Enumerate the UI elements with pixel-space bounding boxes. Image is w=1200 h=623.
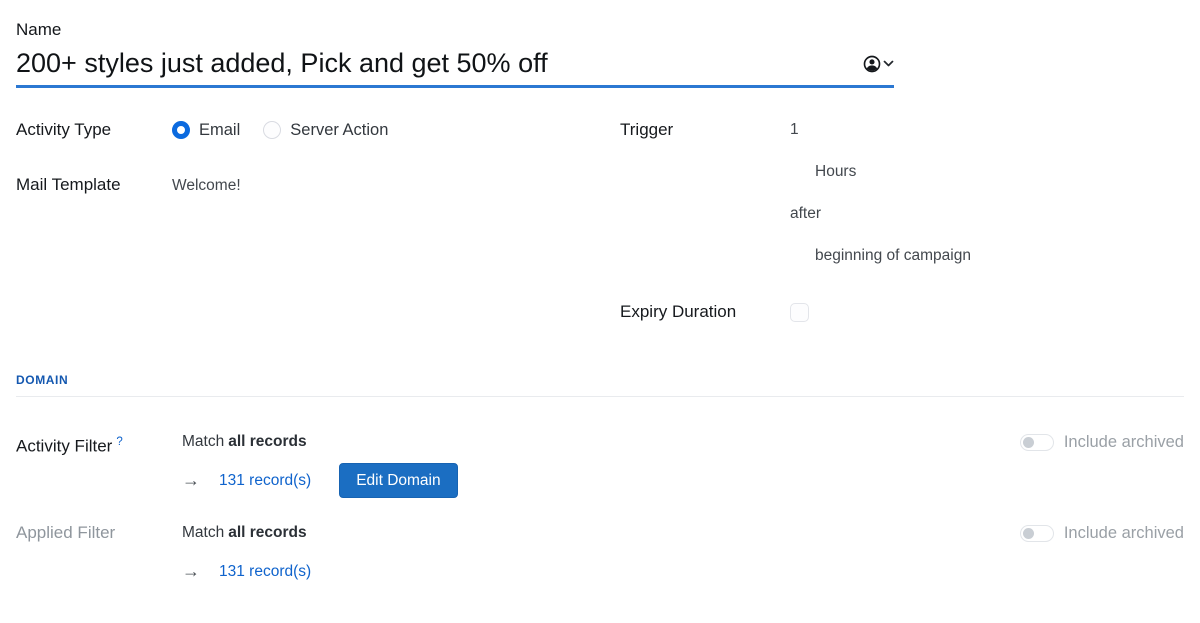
applied-include-archived: Include archived [1020, 524, 1184, 543]
applied-filter-label: Applied Filter [16, 522, 182, 544]
activity-filter-label: Activity Filter? [16, 431, 182, 458]
activity-filter-records: → 131 record(s) Edit Domain [182, 463, 1020, 498]
activity-filter-label-text: Activity Filter [16, 437, 112, 456]
include-archived-label: Include archived [1064, 433, 1184, 452]
form-column-right: Trigger 1 Hours after beginning of campa… [604, 119, 1184, 323]
match-value: all records [228, 524, 306, 541]
include-archived-label: Include archived [1064, 524, 1184, 543]
radio-email-selected[interactable] [172, 121, 190, 139]
arrow-right-icon: → [182, 470, 200, 491]
applied-filter-content: Matchall records → 131 record(s) [182, 522, 1020, 589]
expiry-duration-checkbox[interactable] [790, 303, 809, 322]
mail-template-label: Mail Template [16, 174, 172, 196]
name-field-label: Name [16, 20, 1184, 40]
name-input-row [16, 48, 894, 88]
trigger-event[interactable]: beginning of campaign [815, 245, 971, 267]
trigger-connector[interactable]: after [790, 203, 971, 225]
activity-type-radios: Email Server Action [172, 119, 388, 141]
applied-filter-row: Applied Filter Matchall records → 131 re… [16, 522, 1184, 589]
chevron-down-icon [883, 60, 894, 68]
trigger-field: Trigger 1 Hours after beginning of campa… [620, 119, 1184, 287]
applied-filter-records: → 131 record(s) [182, 554, 1020, 589]
expiry-duration-label: Expiry Duration [620, 301, 790, 323]
activity-form: Name Activity Type Email [0, 0, 1200, 623]
applied-records-link[interactable]: 131 record(s) [219, 563, 311, 581]
include-archived-toggle[interactable] [1020, 434, 1054, 451]
match-prefix: Match [182, 524, 224, 541]
radio-server-action-unselected[interactable] [263, 121, 281, 139]
domain-section-title: DOMAIN [16, 373, 1184, 387]
trigger-label: Trigger [620, 119, 790, 141]
match-prefix: Match [182, 433, 224, 450]
user-circle-icon [863, 55, 881, 73]
toggle-knob [1023, 528, 1034, 539]
radio-option-server-action[interactable]: Server Action [263, 119, 388, 141]
radio-server-action-label: Server Action [290, 119, 388, 141]
dynamic-placeholder-button[interactable] [863, 55, 894, 73]
trigger-interval-number[interactable]: 1 [790, 119, 971, 141]
form-grid: Activity Type Email Server Action Mail T… [16, 119, 1184, 323]
radio-email-label: Email [199, 119, 240, 141]
radio-option-email[interactable]: Email [172, 119, 240, 141]
expiry-duration-field: Expiry Duration [620, 301, 1184, 323]
form-column-left: Activity Type Email Server Action Mail T… [16, 119, 604, 323]
edit-domain-button[interactable]: Edit Domain [339, 463, 457, 498]
help-icon[interactable]: ? [116, 436, 122, 448]
activity-include-archived: Include archived [1020, 433, 1184, 452]
arrow-right-icon: → [182, 561, 200, 582]
applied-filter-match: Matchall records [182, 522, 1020, 544]
match-value: all records [228, 433, 306, 450]
mail-template-value[interactable]: Welcome! [172, 174, 241, 197]
section-divider [16, 396, 1184, 397]
activity-type-field: Activity Type Email Server Action [16, 119, 604, 141]
activity-type-label: Activity Type [16, 119, 172, 141]
name-input[interactable] [16, 48, 851, 79]
activity-records-link[interactable]: 131 record(s) [219, 472, 311, 490]
activity-filter-row: Activity Filter? Matchall records → 131 … [16, 431, 1184, 498]
activity-filter-match: Matchall records [182, 431, 1020, 453]
trigger-interval-unit[interactable]: Hours [815, 161, 971, 183]
toggle-knob [1023, 437, 1034, 448]
include-archived-toggle[interactable] [1020, 525, 1054, 542]
activity-filter-content: Matchall records → 131 record(s) Edit Do… [182, 431, 1020, 498]
trigger-values: 1 Hours after beginning of campaign [790, 119, 971, 287]
mail-template-field: Mail Template Welcome! [16, 174, 604, 197]
